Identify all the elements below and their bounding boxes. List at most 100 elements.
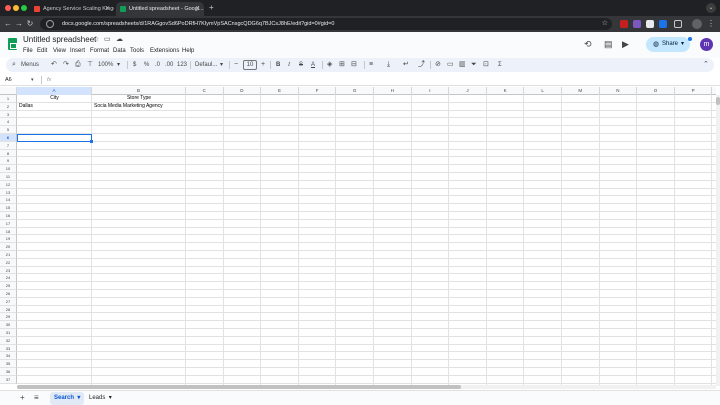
borders-icon[interactable]: ⊞ — [339, 58, 345, 72]
extension-red-icon[interactable] — [620, 20, 628, 28]
share-button[interactable]: ◍ Share ▾ — [646, 37, 690, 52]
row-header-16[interactable]: 16 — [0, 212, 17, 220]
cell-a1[interactable]: City — [18, 95, 91, 103]
row-header-15[interactable]: 15 — [0, 204, 17, 212]
text-rotation-icon[interactable]: ⤴ — [418, 58, 425, 72]
move-folder-icon[interactable]: ▭ — [104, 35, 111, 45]
row-header-24[interactable]: 24 — [0, 274, 17, 283]
horizontal-scroll-thumb[interactable] — [17, 385, 461, 389]
font-size-input[interactable]: 10 — [243, 60, 257, 70]
filter-views-icon[interactable]: ⊡ — [483, 58, 489, 72]
sheets-logo-icon[interactable] — [8, 38, 17, 50]
row-header-18[interactable]: 18 — [0, 227, 17, 236]
zoom-dropdown-icon[interactable]: ▾ — [117, 58, 120, 72]
column-header-j[interactable]: J — [449, 87, 487, 95]
paint-format-icon[interactable]: ⊤ — [87, 58, 93, 72]
menu-insert[interactable]: Insert — [70, 46, 85, 56]
row-header-28[interactable]: 28 — [0, 305, 17, 314]
add-sheet-button[interactable]: + — [20, 393, 25, 403]
column-header-l[interactable]: L — [524, 87, 562, 95]
selected-cell-outline[interactable] — [17, 133, 92, 143]
menu-format[interactable]: Format — [90, 46, 109, 56]
decrease-font-size-icon[interactable]: − — [234, 58, 238, 72]
menu-edit[interactable]: Edit — [37, 46, 47, 56]
column-header-h[interactable]: H — [374, 87, 412, 95]
row-header-27[interactable]: 27 — [0, 297, 17, 306]
column-header-g[interactable]: G — [336, 87, 374, 95]
close-window-dot[interactable] — [5, 5, 11, 11]
row-header-10[interactable]: 10 — [0, 165, 17, 173]
sheet-tab-dropdown-icon[interactable]: ▾ — [107, 395, 112, 401]
row-header-34[interactable]: 34 — [0, 352, 17, 361]
menu-file[interactable]: File — [23, 46, 33, 56]
extension-blue-icon[interactable] — [659, 20, 667, 28]
row-header-30[interactable]: 30 — [0, 321, 17, 329]
column-header-m[interactable]: M — [562, 87, 600, 95]
redo-icon[interactable]: ↷ — [63, 58, 69, 72]
merge-cells-icon[interactable]: ⊟ — [351, 58, 357, 72]
tab-search-icon[interactable]: ⌄ — [706, 3, 716, 13]
row-header-6[interactable]: 6 — [0, 134, 17, 142]
name-box[interactable]: A6 — [5, 75, 12, 85]
menu-extensions[interactable]: Extensions — [150, 46, 179, 56]
row-header-1[interactable]: 1 — [0, 95, 17, 103]
avatar[interactable]: m — [700, 38, 713, 51]
extension-purple-icon[interactable] — [633, 20, 641, 28]
text-color-button[interactable]: A — [311, 58, 315, 72]
number-format-button[interactable]: 123 — [177, 58, 187, 72]
column-header-o[interactable]: O — [637, 87, 675, 95]
version-history-icon[interactable]: ⟲ — [584, 39, 592, 49]
undo-icon[interactable]: ↶ — [51, 58, 57, 72]
increase-decimal-button[interactable]: .00 — [165, 58, 173, 72]
search-menus-icon[interactable]: ⌕ — [12, 58, 16, 72]
sheet-tab-dropdown-icon[interactable]: ▾ — [76, 395, 80, 401]
row-header-22[interactable]: 22 — [0, 258, 17, 267]
fill-color-icon[interactable]: ◈ — [327, 58, 332, 72]
cloud-status-icon[interactable]: ☁ — [116, 35, 123, 45]
menu-data[interactable]: Data — [113, 46, 126, 56]
currency-button[interactable]: $ — [133, 58, 136, 72]
search-menus-input[interactable]: Menus — [21, 58, 39, 72]
address-bar[interactable]: docs.google.com/spreadsheets/d/1RAGgovSd… — [40, 18, 612, 30]
vertical-align-icon[interactable]: ⤓ — [387, 58, 390, 72]
share-dropdown-icon[interactable]: ▾ — [681, 37, 684, 52]
vertical-scroll-thumb[interactable] — [716, 97, 720, 105]
strikethrough-icon[interactable]: S — [299, 58, 303, 72]
column-header-p[interactable]: P — [675, 87, 713, 95]
horizontal-align-icon[interactable]: ≡ — [369, 58, 373, 72]
sheet-tab-search[interactable]: Search ▾ — [50, 392, 85, 405]
row-header-9[interactable]: 9 — [0, 157, 17, 166]
column-header-i[interactable]: I — [412, 87, 450, 95]
filter-icon[interactable]: ⏷ — [471, 58, 477, 72]
horizontal-scrollbar[interactable] — [17, 385, 716, 389]
column-header-d[interactable]: D — [224, 87, 262, 95]
site-info-icon[interactable] — [46, 20, 54, 28]
row-header-35[interactable]: 35 — [0, 360, 17, 368]
cell-a2[interactable]: Dallas — [18, 103, 91, 111]
fill-handle[interactable] — [90, 140, 93, 144]
close-tab-icon[interactable]: ✕ — [195, 2, 200, 16]
percent-button[interactable]: % — [144, 58, 149, 72]
column-header-n[interactable]: N — [600, 87, 638, 95]
column-header-a[interactable]: A — [17, 87, 92, 95]
collapse-toolbar-icon[interactable]: ⌃ — [703, 58, 709, 72]
font-dropdown-icon[interactable]: ▾ — [220, 58, 223, 72]
select-all-corner[interactable] — [0, 87, 17, 95]
italic-button[interactable]: I — [288, 58, 290, 72]
minimize-window-dot[interactable] — [13, 5, 19, 11]
all-sheets-button[interactable]: ≡ — [34, 393, 39, 403]
meet-icon[interactable]: ▶ — [622, 39, 629, 49]
forward-icon[interactable]: → — [14, 19, 24, 29]
row-header-29[interactable]: 29 — [0, 313, 17, 322]
reload-icon[interactable]: ↻ — [25, 19, 35, 29]
menu-view[interactable]: View — [53, 46, 66, 56]
spreadsheet-grid[interactable]: ABCDEFGHIJKLMNOP 1 2 3 4 5 6 7 8 9 10 11 12 13 14 15 16… — [0, 87, 716, 386]
row-header-21[interactable]: 21 — [0, 251, 17, 259]
chrome-menu-icon[interactable]: ⋮ — [707, 19, 715, 29]
row-header-7[interactable]: 7 — [0, 141, 17, 150]
insert-comment-icon[interactable]: ▭ — [447, 58, 454, 72]
column-header-c[interactable]: C — [186, 87, 224, 95]
increase-font-size-icon[interactable]: + — [261, 58, 265, 72]
back-icon[interactable]: ← — [3, 19, 13, 29]
row-header-17[interactable]: 17 — [0, 219, 17, 228]
